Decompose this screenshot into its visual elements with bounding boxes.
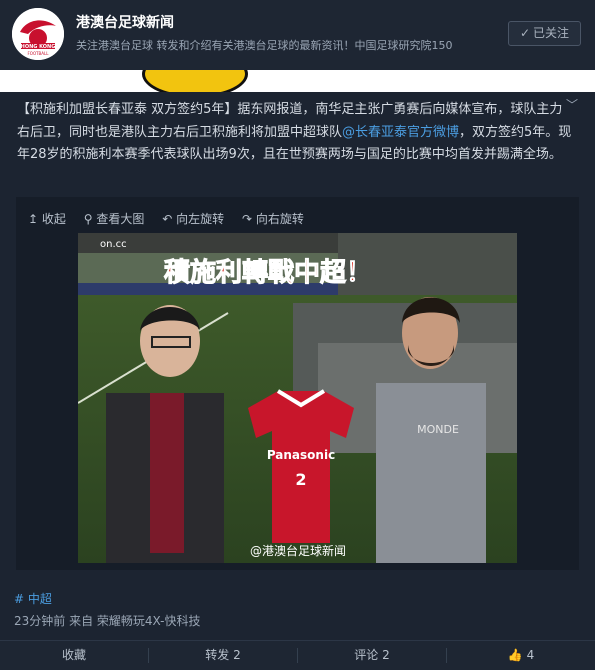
collapse-icon: ↥ (28, 212, 39, 226)
post-meta: 23分钟前 来自 荣耀畅玩4X-快科技 (14, 612, 201, 629)
like-count: 4 (526, 648, 535, 662)
jersey-number: 2 (295, 470, 306, 489)
shirt-text: MONDE (417, 423, 459, 436)
photo-scene: 積施利轉戰中超！ on.cc MONDE Panasonic 2 @港澳台足球新… (78, 233, 517, 563)
action-bar: 收藏 转发 2 评论 2 👍 4 (0, 640, 595, 670)
cover-banner (0, 70, 595, 92)
thumbs-up-icon: 👍 (507, 648, 523, 662)
check-icon: ✓ (519, 26, 531, 40)
view-large-button[interactable]: ⚲ 查看大图 (84, 212, 145, 226)
media-toolbar: ↥ 收起 ⚲ 查看大图 ↶ 向左旋转 ↷ 向右旋转 (28, 210, 318, 227)
post-text: 【积施利加盟长春亚泰 双方签约5年】据东网报道，南华足主张广勇赛后向媒体宣布，球… (17, 99, 572, 167)
mention-link[interactable]: @长春亚泰官方微博 (342, 125, 459, 140)
post-source: 来自 荣耀畅玩4X-快科技 (69, 614, 201, 628)
topic-tag[interactable]: # 中超 (14, 590, 52, 607)
topic-label: 中超 (27, 592, 52, 606)
search-icon: ⚲ (83, 212, 93, 226)
favorite-button[interactable]: 收藏 (0, 641, 148, 670)
photo-headline: 積施利轉戰中超！ (164, 257, 372, 288)
post-time[interactable]: 23分钟前 (14, 614, 65, 628)
account-name[interactable]: 港澳台足球新闻 (76, 12, 174, 32)
rotate-right-icon: ↷ (241, 212, 252, 226)
collapse-button[interactable]: ↥ 收起 (28, 212, 66, 226)
svg-text:HONG KONG: HONG KONG (21, 44, 56, 50)
post-photo[interactable]: 積施利轉戰中超！ on.cc MONDE Panasonic 2 @港澳台足球新… (78, 233, 517, 563)
avatar[interactable]: HONG KONG FOOTBALL (12, 8, 64, 60)
rotate-right-button[interactable]: ↷ 向右旋转 (242, 212, 304, 226)
banner-logo (142, 70, 248, 92)
site-logo: on.cc (100, 239, 127, 250)
photo-watermark: @港澳台足球新闻 (250, 543, 346, 558)
follow-label: 已关注 (533, 26, 570, 40)
rotate-left-icon: ↶ (162, 212, 173, 226)
hashtag-icon: # (14, 592, 25, 606)
account-description: 关注港澳台足球 转发和介绍有关港澳台足球的最新资讯！中国足球研究院150 (76, 39, 453, 52)
rotate-left-button[interactable]: ↶ 向左旋转 (162, 212, 224, 226)
comment-button[interactable]: 评论 2 (298, 641, 446, 670)
account-header: HONG KONG FOOTBALL 港澳台足球新闻 关注港澳台足球 转发和介绍… (0, 0, 595, 70)
account-logo: HONG KONG FOOTBALL (12, 8, 64, 60)
follow-button[interactable]: ✓ 已关注 (508, 21, 581, 46)
jersey-sponsor: Panasonic (267, 448, 335, 462)
like-button[interactable]: 👍 4 (447, 641, 595, 670)
repost-button[interactable]: 转发 2 (149, 641, 297, 670)
svg-text:FOOTBALL: FOOTBALL (28, 51, 50, 56)
